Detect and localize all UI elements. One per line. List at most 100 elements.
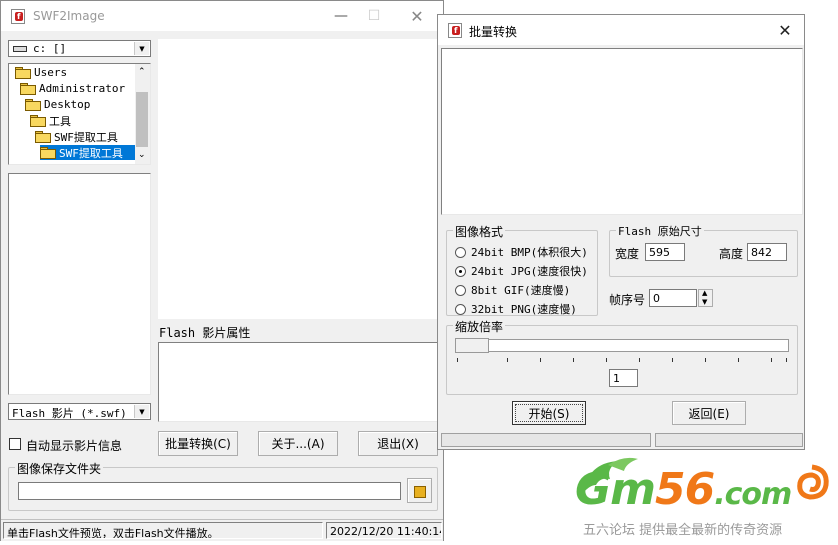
maximize-icon[interactable]: ☐ (357, 1, 391, 31)
chevron-down-icon[interactable]: ▼ (134, 405, 149, 418)
main-window-title: SWF2Image (33, 9, 105, 23)
progress-bar-left (441, 433, 651, 447)
folder-icon (414, 486, 426, 498)
tree-item[interactable]: Users (15, 65, 67, 80)
main-status-bar: 单击Flash文件预览，双击Flash文件播放。 2022/12/20 11:4… (1, 519, 443, 541)
zoom-ticks (455, 358, 789, 363)
format-option[interactable]: 24bit BMP(体积很大) (455, 244, 588, 260)
main-window: f SWF2Image — ☐ ✕ c: [] ▼ Users Administr… (0, 0, 444, 541)
folder-icon (15, 67, 31, 79)
close-icon[interactable]: ✕ (400, 1, 434, 31)
flash-size-label: Flash 原始尺寸 (616, 223, 704, 239)
batch-convert-button[interactable]: 批量转换(C) (158, 431, 238, 456)
scroll-thumb[interactable] (136, 92, 148, 147)
properties-label: Flash 影片属性 (159, 326, 251, 340)
drive-select-value: c: [] (33, 42, 67, 55)
height-input[interactable]: 842 (747, 243, 787, 261)
radio-button[interactable] (455, 246, 466, 258)
start-label: 开始(S) (528, 406, 570, 421)
app-icon: f (11, 9, 25, 24)
folder-icon (20, 83, 36, 95)
close-icon[interactable]: ✕ (768, 15, 802, 45)
format-option-label: 8bit GIF(速度慢) (471, 284, 571, 297)
about-label: 关于...(A) (271, 437, 325, 451)
folder-open-icon (40, 147, 56, 159)
watermark-logo: Gm56.com 五六论坛 提供最全最新的传奇资源 (570, 455, 835, 543)
logo-tagline: 五六论坛 提供最全最新的传奇资源 (583, 523, 783, 538)
width-label: 宽度 (615, 247, 640, 261)
folder-tree[interactable]: Users Administrator Desktop 工具 SWF提取工具 SWF提取工… (8, 63, 151, 165)
tree-item-label: Desktop (44, 98, 91, 111)
tree-item-label: 工具 (49, 114, 71, 128)
file-filter-value: Flash 影片 (*.swf) (12, 407, 127, 420)
spin-up-icon[interactable]: ▲ (702, 289, 707, 297)
back-button[interactable]: 返回(E) (672, 401, 746, 425)
back-label: 返回(E) (688, 406, 730, 421)
scroll-up-icon[interactable]: ⌃ (138, 67, 146, 77)
radio-button[interactable] (455, 303, 466, 315)
status-datetime: 2022/12/20 11:40:14 (326, 522, 442, 539)
zoom-slider-thumb[interactable] (455, 338, 489, 353)
format-option-label: 24bit JPG(速度很快) (471, 265, 588, 278)
frame-label: 帧序号 (609, 293, 646, 307)
tree-item[interactable]: 工具 (30, 113, 71, 128)
dialog-title: 批量转换 (469, 25, 518, 39)
format-option-label: 24bit BMP(体积很大) (471, 246, 588, 259)
dialog-title-bar[interactable]: f 批量转换 ✕ (438, 15, 804, 45)
logo-swirl-icon (797, 464, 829, 500)
image-format-label: 图像格式 (453, 223, 506, 240)
flash-preview[interactable] (158, 39, 438, 319)
tree-scrollbar[interactable]: ⌃ ⌄ (135, 64, 150, 164)
image-format-group: 图像格式 24bit BMP(体积很大) 24bit JPG(速度很快) 8bit … (446, 223, 598, 317)
batch-convert-dialog: f 批量转换 ✕ 图像格式 24bit BMP(体积很大) 24bit JPG(速… (437, 14, 805, 450)
width-input[interactable]: 595 (645, 243, 685, 261)
tree-item-label: SWF提取工具 (54, 130, 118, 144)
main-title-bar[interactable]: f SWF2Image — ☐ ✕ (1, 1, 443, 31)
radio-button[interactable] (455, 284, 466, 296)
auto-show-checkbox[interactable] (9, 438, 21, 450)
exit-button[interactable]: 退出(X) (358, 431, 438, 456)
height-value: 842 (751, 246, 772, 259)
dialog-app-icon: f (448, 23, 462, 38)
frame-spinner[interactable]: ▲ ▼ (698, 289, 713, 307)
tree-item-label: Administrator (39, 82, 126, 95)
file-list[interactable] (8, 173, 151, 395)
batch-file-list[interactable] (441, 48, 803, 215)
about-button[interactable]: 关于...(A) (258, 431, 338, 456)
format-option[interactable]: 32bit PNG(速度慢) (455, 301, 577, 317)
tree-item[interactable]: SWF提取工具 (35, 129, 118, 144)
chevron-down-icon[interactable]: ▼ (134, 42, 149, 55)
frame-input[interactable]: 0 (649, 289, 697, 307)
height-label: 高度 (719, 247, 744, 261)
format-option[interactable]: 8bit GIF(速度慢) (455, 282, 570, 298)
auto-show-label: 自动显示影片信息 (26, 439, 123, 453)
file-filter-select[interactable]: Flash 影片 (*.swf) ▼ (8, 403, 151, 420)
folder-icon (30, 115, 46, 127)
start-button[interactable]: 开始(S) (512, 401, 586, 425)
batch-convert-label: 批量转换(C) (165, 437, 231, 451)
save-folder-input[interactable] (18, 482, 401, 500)
radio-button[interactable] (455, 265, 466, 277)
scroll-down-icon[interactable]: ⌄ (138, 150, 146, 160)
browse-folder-button[interactable] (407, 478, 432, 503)
format-option[interactable]: 24bit JPG(速度很快) (455, 263, 588, 279)
zoom-slider-track[interactable] (455, 338, 789, 353)
spin-down-icon[interactable]: ▼ (702, 298, 707, 306)
tree-item[interactable]: Administrator (20, 81, 125, 96)
width-value: 595 (649, 246, 670, 259)
folder-icon (25, 99, 41, 111)
save-folder-label: 图像保存文件夹 (15, 460, 104, 477)
zoom-value-input[interactable]: 1 (609, 369, 638, 387)
progress-bar-right (655, 433, 803, 447)
format-option-label: 32bit PNG(速度慢) (471, 303, 577, 316)
zoom-value: 1 (613, 372, 620, 385)
drive-select[interactable]: c: [] ▼ (8, 40, 151, 57)
tree-item[interactable]: SWF提取工具 (40, 145, 135, 160)
drive-icon (13, 46, 27, 52)
minimize-icon[interactable]: — (324, 1, 358, 31)
tree-item[interactable]: Desktop (25, 97, 90, 112)
properties-box[interactable] (158, 342, 438, 422)
zoom-label: 缩放倍率 (453, 318, 506, 335)
status-message: 单击Flash文件预览，双击Flash文件播放。 (3, 522, 323, 539)
logo-text: Gm56.com (575, 464, 792, 515)
